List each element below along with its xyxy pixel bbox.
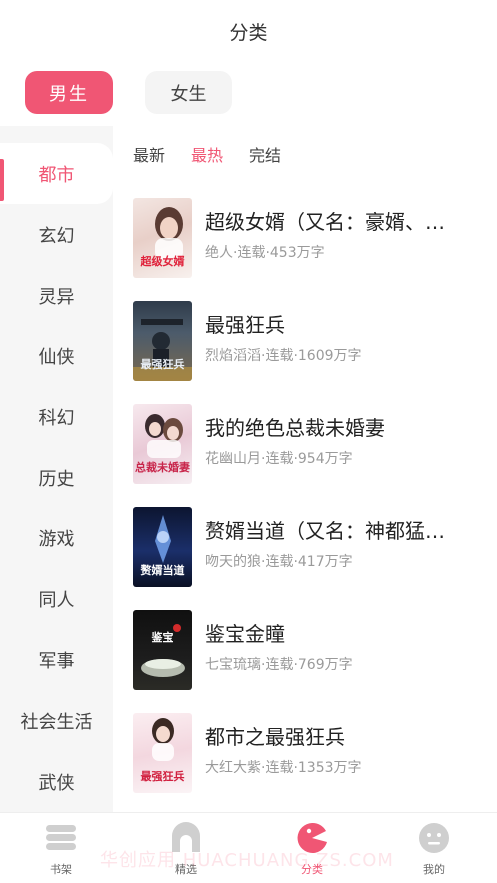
- category-sidebar: 都市 玄幻 灵异 仙侠 科幻 历史 游戏 同人 军事 社会生活 武侠: [0, 126, 113, 812]
- header: 分类: [0, 0, 497, 62]
- sidebar-item-wuxia[interactable]: 武侠: [0, 751, 113, 812]
- sidebar-item-xianxia[interactable]: 仙侠: [0, 325, 113, 386]
- sidebar-item-xuanhuan[interactable]: 玄幻: [0, 204, 113, 265]
- tab-finished[interactable]: 完结: [249, 142, 281, 172]
- sidebar-item-lingyi[interactable]: 灵异: [0, 265, 113, 326]
- sidebar-item-shehuishenghuo[interactable]: 社会生活: [0, 690, 113, 751]
- tabbar-mine[interactable]: 我的: [394, 821, 474, 881]
- male-tab-button[interactable]: 男生: [25, 71, 113, 114]
- bookshelf-icon: [44, 821, 78, 855]
- cover-title-text: 鉴宝: [151, 630, 174, 644]
- book-title: 都市之最强狂兵: [205, 725, 345, 749]
- tabbar-label: 书架: [50, 863, 72, 876]
- sidebar-item-youxi[interactable]: 游戏: [0, 507, 113, 568]
- book-meta: 烈焰滔滔·连载·1609万字: [205, 348, 362, 364]
- book-meta: 吻天的狼·连载·417万字: [205, 554, 353, 570]
- cover-title-text: 最强狂兵: [140, 769, 185, 783]
- female-tab-button[interactable]: 女生: [145, 71, 232, 114]
- book-item[interactable]: 赘婿当道 赘婿当道（又名：神都猛… 吻天的狼·连载·417万字: [133, 507, 483, 587]
- book-title: 赘婿当道（又名：神都猛…: [205, 519, 445, 543]
- gender-switch: 男生 女生: [0, 62, 497, 126]
- tab-hottest[interactable]: 最热: [191, 142, 223, 172]
- book-meta: 大红大紫·连载·1353万字: [205, 760, 362, 776]
- watermark-text: 华创应用 HUACHUANG ZS.COM: [100, 850, 394, 871]
- book-title: 超级女婿（又名：豪婿、…: [205, 210, 445, 234]
- tabbar-bookshelf[interactable]: 书架: [21, 821, 101, 881]
- book-cover-image: 超级女婿: [133, 198, 192, 278]
- book-title: 鉴宝金瞳: [205, 622, 285, 646]
- book-item[interactable]: 最强狂兵 最强狂兵 烈焰滔滔·连载·1609万字: [133, 301, 483, 381]
- book-title: 最强狂兵: [205, 313, 285, 337]
- book-cover-image: 最强狂兵: [133, 301, 192, 381]
- book-cover-image: 鉴宝: [133, 610, 192, 690]
- cover-title-text: 超级女婿: [140, 254, 185, 268]
- book-meta: 绝人·连载·453万字: [205, 245, 325, 261]
- cover-title-text: 总裁未婚妻: [135, 460, 190, 474]
- tab-newest[interactable]: 最新: [133, 142, 165, 172]
- cover-title-text: 赘婿当道: [140, 563, 185, 577]
- profile-face-icon: [417, 821, 451, 855]
- sidebar-item-junshi[interactable]: 军事: [0, 629, 113, 690]
- sidebar-item-kehuan[interactable]: 科幻: [0, 386, 113, 447]
- sort-tabs: 最新 最热 完结: [133, 142, 281, 172]
- book-cover-image: 最强狂兵: [133, 713, 192, 793]
- book-item[interactable]: 最强狂兵 都市之最强狂兵 大红大紫·连载·1353万字: [133, 713, 483, 793]
- sidebar-item-tongren[interactable]: 同人: [0, 568, 113, 629]
- book-cover-image: 赘婿当道: [133, 507, 192, 587]
- cover-title-text: 最强狂兵: [140, 357, 185, 371]
- book-meta: 花幽山月·连载·954万字: [205, 451, 353, 467]
- page-title: 分类: [229, 21, 268, 44]
- book-item[interactable]: 超级女婿 超级女婿（又名：豪婿、… 绝人·连载·453万字: [133, 198, 483, 278]
- book-cover-image: 总裁未婚妻: [133, 404, 192, 484]
- book-meta: 七宝琉璃·连载·769万字: [205, 657, 353, 673]
- book-item[interactable]: 鉴宝 鉴宝金瞳 七宝琉璃·连载·769万字: [133, 610, 483, 690]
- sidebar-item-dushi[interactable]: 都市: [0, 143, 113, 204]
- tabbar-label: 我的: [423, 863, 445, 876]
- book-title: 我的绝色总裁未婚妻: [205, 416, 385, 440]
- book-list-panel: 最新 最热 完结 超级女婿 超级女婿（又名：豪婿、… 绝人·连载·453万字 最…: [113, 126, 497, 812]
- sidebar-item-lishi[interactable]: 历史: [0, 447, 113, 508]
- book-item[interactable]: 总裁未婚妻 我的绝色总裁未婚妻 花幽山月·连载·954万字: [133, 404, 483, 484]
